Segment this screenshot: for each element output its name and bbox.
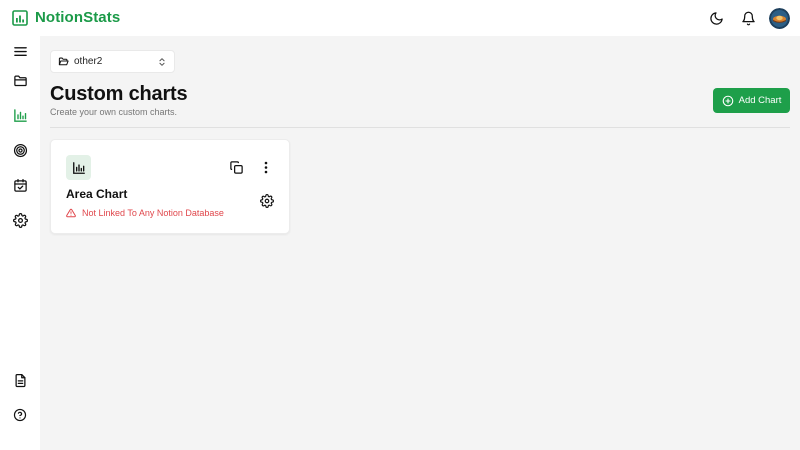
workspace-name: other2 [74, 56, 103, 67]
sidebar-item-charts[interactable] [9, 104, 31, 126]
add-chart-label: Add Chart [738, 95, 782, 106]
sidebar-item-databases[interactable] [9, 69, 31, 91]
warning-triangle-icon [66, 208, 76, 218]
page-title: Custom charts [50, 83, 188, 105]
sidebar-item-settings[interactable] [9, 209, 31, 231]
sidebar-toggle-button[interactable] [9, 40, 31, 62]
duplicate-chart-button[interactable] [225, 156, 247, 178]
calendar-check-icon [13, 178, 27, 192]
chart-options-button[interactable] [257, 156, 275, 178]
folder-open-icon [58, 57, 69, 66]
help-icon [13, 408, 27, 422]
folder-icon [13, 75, 27, 86]
brand[interactable]: NotionStats [12, 9, 120, 26]
top-bar: NotionStats [0, 0, 800, 36]
sidebar-item-goals[interactable] [9, 139, 31, 161]
chart-settings-button[interactable] [257, 191, 277, 211]
bell-icon [741, 11, 755, 25]
header-actions [705, 7, 790, 29]
notifications-button[interactable] [737, 7, 759, 29]
sidebar-item-help[interactable] [9, 404, 31, 426]
gear-icon [260, 194, 274, 208]
workspace-selector[interactable]: other2 [50, 50, 175, 73]
avatar[interactable] [769, 7, 790, 29]
bar-chart-icon [13, 108, 27, 122]
document-icon [15, 373, 25, 387]
header-divider [50, 127, 790, 128]
theme-toggle-button[interactable] [705, 7, 727, 29]
chart-title: Area Chart [66, 187, 128, 201]
sidebar-item-docs[interactable] [9, 369, 31, 391]
card-icon-container [66, 155, 91, 180]
chart-card[interactable]: Area Chart Not Linked To Any Notion Data… [50, 139, 290, 234]
plus-circle-icon [722, 95, 733, 106]
more-vertical-icon [264, 161, 268, 173]
page-subtitle: Create your own custom charts. [50, 107, 178, 117]
gear-icon [12, 212, 28, 228]
warning-text: Not Linked To Any Notion Database [82, 208, 224, 218]
target-icon [13, 143, 27, 157]
chart-logo-icon [12, 9, 28, 26]
app-name: NotionStats [35, 9, 121, 26]
menu-icon [13, 46, 27, 56]
link-warning: Not Linked To Any Notion Database [66, 208, 224, 218]
sidebar [0, 36, 40, 450]
moon-icon [709, 11, 723, 25]
copy-icon [229, 160, 243, 174]
add-chart-button[interactable]: Add Chart [713, 88, 790, 113]
chevron-up-down-icon [159, 57, 165, 66]
bar-chart-icon [72, 161, 85, 174]
main-content: other2 Custom charts Create your own cus… [40, 36, 800, 450]
sidebar-item-calendar[interactable] [9, 174, 31, 196]
